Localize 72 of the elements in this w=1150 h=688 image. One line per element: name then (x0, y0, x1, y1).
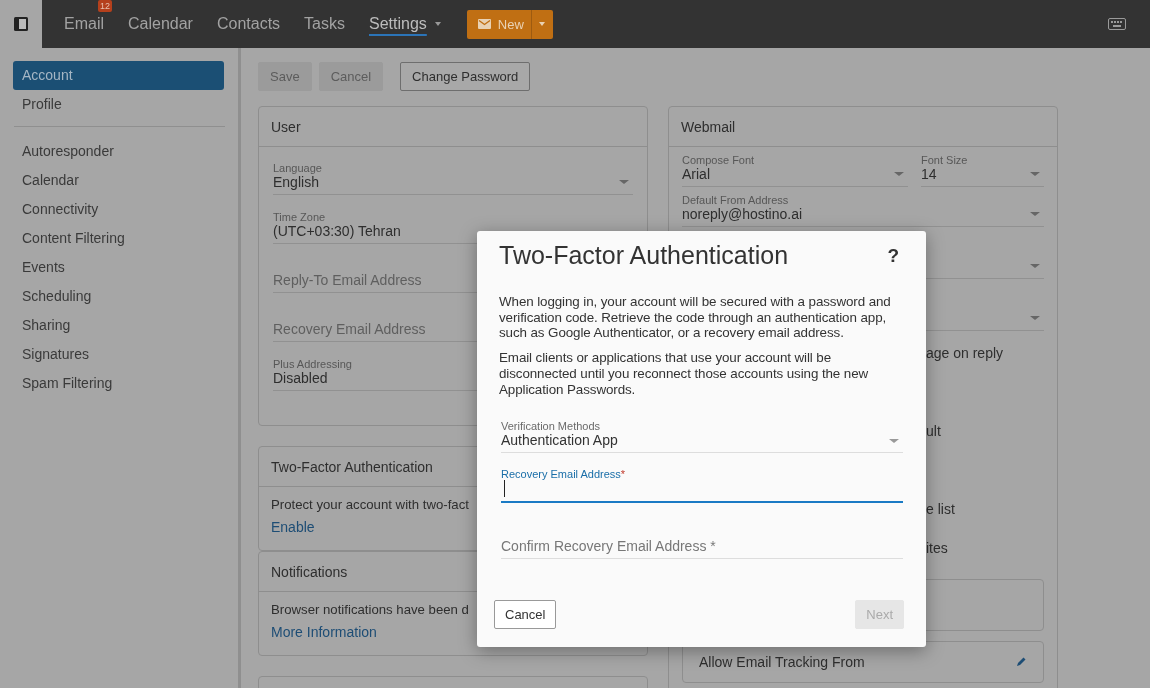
field-label: Compose Font (682, 154, 755, 166)
sidebar-toggle-button[interactable] (0, 0, 42, 48)
sidebar-item[interactable]: Scheduling (13, 282, 224, 311)
envelope-icon (477, 19, 491, 29)
cancel-button[interactable]: Cancel (494, 600, 557, 629)
change-password-button[interactable]: Change Password (400, 62, 531, 91)
select-field[interactable]: Compose Font Arial (682, 149, 908, 187)
panel-title: User (271, 118, 301, 135)
panel-icon (13, 16, 29, 32)
sidebar-item[interactable]: Connectivity (13, 195, 224, 224)
sidebar-item[interactable]: Autoresponder (13, 137, 224, 166)
panel-title: Notifications (271, 563, 348, 580)
dropdown-arrow-icon (1030, 264, 1040, 268)
field-value: Arial (682, 166, 710, 182)
nav-link[interactable]: Settings (357, 15, 453, 33)
more-information-link[interactable]: More Information (271, 624, 377, 640)
field-label: Verification Methods (501, 420, 601, 433)
select-field[interactable]: Verification Methods Authentication App (501, 415, 903, 454)
field-label: Recovery Email Address* (501, 468, 626, 481)
new-button[interactable]: New (466, 9, 531, 39)
sidebar-item[interactable]: Content Filtering (13, 224, 224, 253)
sidebar-item[interactable]: Signatures (13, 340, 224, 369)
select-field[interactable]: Language English (273, 155, 633, 195)
select-field[interactable]: Font Size 14 (921, 149, 1044, 187)
dropdown-arrow-icon (619, 180, 629, 184)
dropdown-arrow-icon (1030, 172, 1040, 176)
panel-text: Browser notifications have been d (271, 602, 469, 617)
sidebar-item[interactable]: Spam Filtering (13, 369, 224, 398)
sidebar-item[interactable]: Account (13, 61, 224, 90)
sidebar-item[interactable]: Calendar (13, 166, 224, 195)
sidebar-item[interactable]: Sharing (13, 311, 224, 340)
pencil-icon[interactable] (1015, 656, 1027, 668)
unread-badge: 12 (98, 0, 112, 12)
field-value: (UTC+03:30) Tehran (273, 223, 401, 239)
field-label: Time Zone (273, 211, 326, 223)
field-label: Default From Address (682, 194, 789, 206)
field-value: English (273, 174, 319, 190)
new-menu-button[interactable] (530, 9, 553, 39)
panel-title: Two-Factor Authentication (271, 458, 433, 475)
field-value: Disabled (273, 370, 328, 386)
field-label: Font Size (921, 154, 968, 166)
text-cursor (504, 480, 505, 498)
sidebar-item[interactable]: Events (13, 253, 224, 282)
field-placeholder: Confirm Recovery Email Address * (501, 538, 716, 555)
nav-link[interactable]: Calendar (116, 15, 205, 33)
field-value: noreply@hostino.ai (682, 206, 803, 222)
panel-title: Webmail (681, 118, 736, 135)
field-value: 14 (921, 166, 937, 182)
dropdown-arrow-icon (889, 439, 899, 444)
field-placeholder: Recovery Email Address (273, 321, 426, 337)
field-label: Plus Addressing (273, 358, 352, 370)
option-text: ult (926, 423, 942, 441)
field-value: Authentication App (501, 432, 618, 449)
keyboard-icon[interactable] (1108, 18, 1126, 30)
sidebar-item[interactable]: Profile (13, 90, 224, 119)
help-button[interactable]: ? (882, 244, 904, 267)
field-placeholder: Reply-To Email Address (273, 272, 422, 288)
nav-link[interactable]: Tasks (292, 15, 357, 33)
dropdown-arrow-icon (1030, 212, 1040, 216)
panel-text: Protect your account with two-fact (271, 497, 469, 512)
dropdown-arrow-icon (1030, 316, 1040, 320)
nav-link[interactable]: Contacts (204, 15, 293, 33)
field-label: Language (273, 162, 322, 174)
enable-link[interactable]: Enable (271, 519, 315, 535)
option-text: e list (926, 501, 956, 519)
option-text: age on reply (926, 345, 1005, 363)
select-field[interactable]: Default From Address noreply@hostino.ai (682, 193, 1044, 227)
input-field[interactable]: Recovery Email Address* (501, 463, 903, 504)
dropdown-arrow-icon (894, 172, 904, 176)
box-title: Allow Email Tracking From (699, 654, 865, 670)
input-field[interactable]: Confirm Recovery Email Address * (501, 521, 903, 560)
option-text: ites (926, 540, 949, 558)
